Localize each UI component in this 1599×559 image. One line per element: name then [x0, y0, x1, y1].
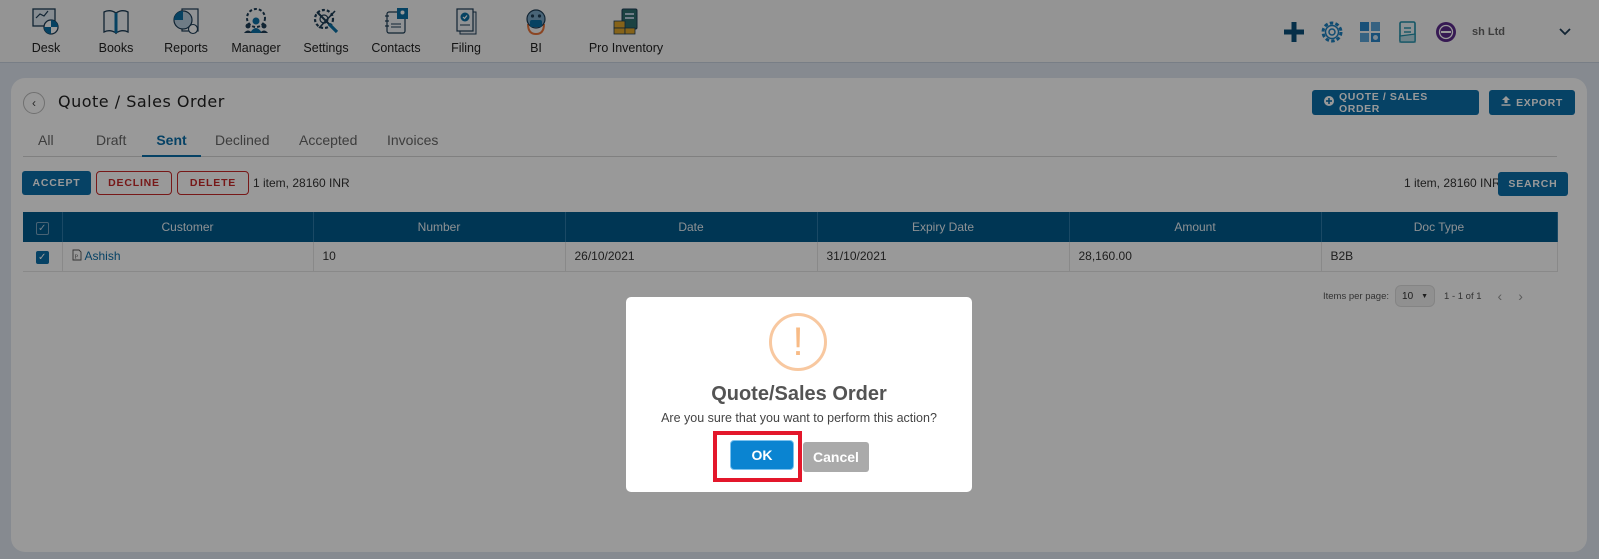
- confirm-dialog: ! Quote/Sales Order Are you sure that yo…: [626, 297, 972, 492]
- dialog-title: Quote/Sales Order: [711, 383, 887, 405]
- cancel-button[interactable]: Cancel: [803, 442, 869, 472]
- ok-button[interactable]: OK: [730, 440, 794, 470]
- dialog-message: Are you sure that you want to perform th…: [661, 411, 937, 425]
- warning-icon: !: [769, 313, 827, 371]
